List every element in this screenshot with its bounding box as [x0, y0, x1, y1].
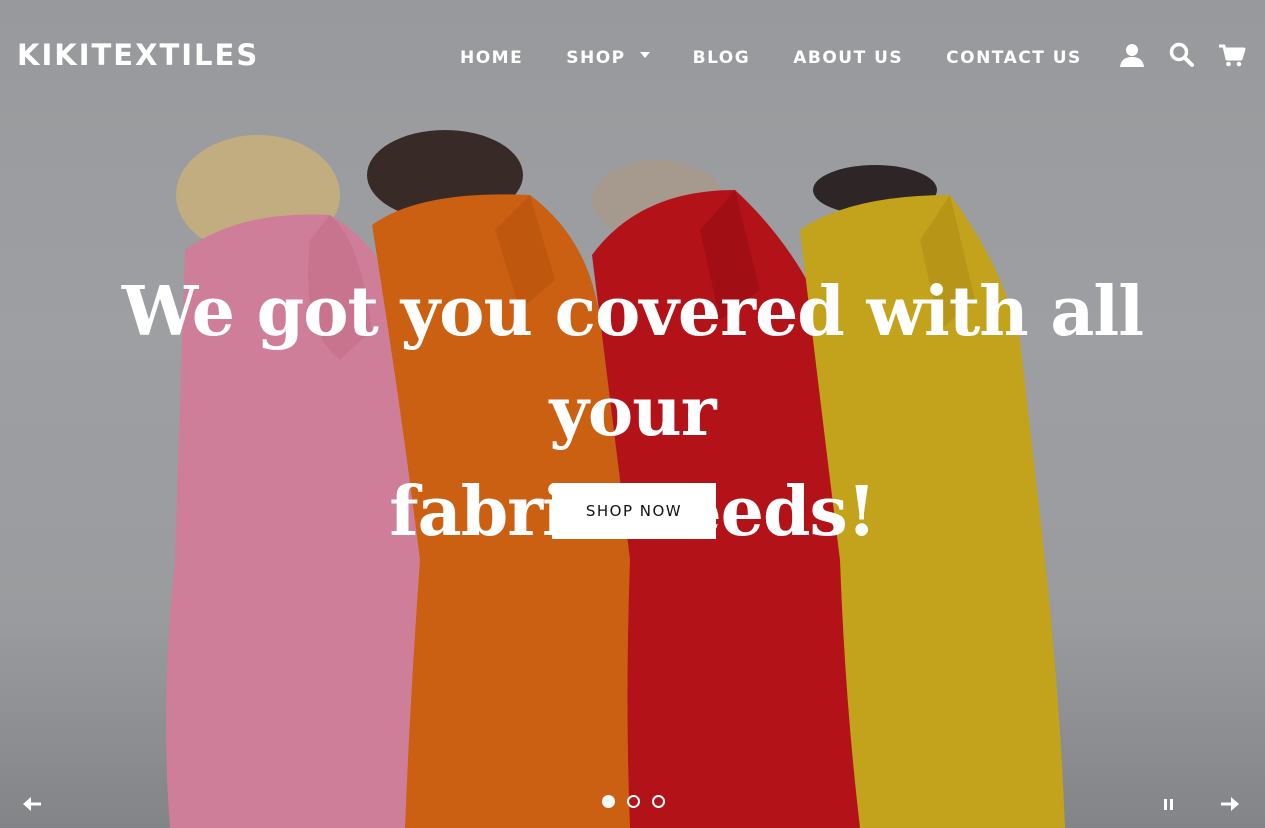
site-logo[interactable]: KIKITEXTILES — [17, 38, 259, 72]
header-icons — [1117, 40, 1247, 70]
next-arrow-icon[interactable] — [1219, 795, 1241, 813]
nav-about-label: ABOUT US — [793, 48, 904, 68]
slide-dots — [602, 795, 665, 808]
nav-shop[interactable]: SHOP — [566, 48, 650, 68]
search-icon[interactable] — [1167, 40, 1197, 70]
nav-blog-label: BLOG — [692, 48, 751, 68]
main-nav: HOME SHOP BLOG ABOUT US CONTACT US — [460, 46, 1082, 70]
cart-icon[interactable] — [1217, 40, 1247, 70]
slide-dot-2[interactable] — [627, 795, 640, 808]
prev-arrow-icon[interactable] — [21, 795, 43, 813]
site-header: KIKITEXTILES HOME SHOP BLOG ABOUT US CON… — [0, 0, 1265, 110]
nav-contact-label: CONTACT US — [946, 48, 1082, 68]
pause-icon[interactable] — [1160, 796, 1176, 812]
nav-blog[interactable]: BLOG — [693, 48, 751, 68]
account-icon[interactable] — [1117, 40, 1147, 70]
slide-dot-1[interactable] — [602, 795, 615, 808]
nav-contact-us[interactable]: CONTACT US — [946, 48, 1082, 68]
hero-headline-line1: We got you covered with all your — [121, 272, 1144, 452]
nav-about-us[interactable]: ABOUT US — [793, 48, 903, 68]
nav-shop-label: SHOP — [566, 48, 626, 68]
chevron-down-icon — [639, 52, 650, 58]
nav-home-label: HOME — [460, 48, 524, 68]
slide-dot-3[interactable] — [652, 795, 665, 808]
shop-now-button[interactable]: SHOP NOW — [552, 483, 716, 539]
nav-home[interactable]: HOME — [460, 48, 523, 68]
